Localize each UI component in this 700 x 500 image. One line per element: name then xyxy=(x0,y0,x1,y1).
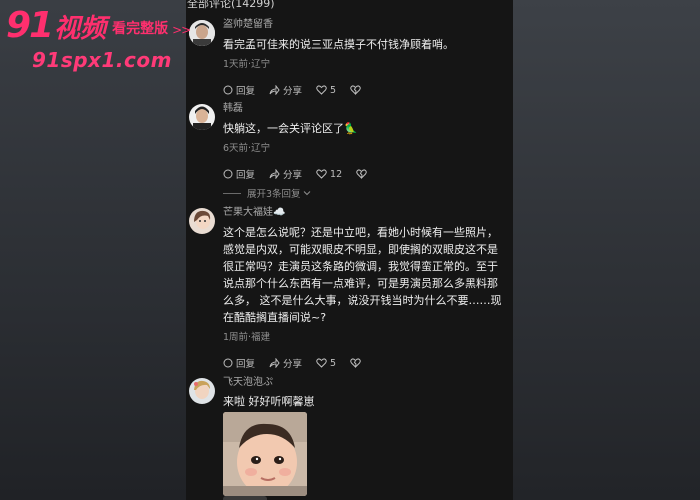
avatar[interactable] xyxy=(189,104,215,130)
reply-icon xyxy=(223,358,233,368)
reply-button[interactable]: 回复 xyxy=(223,83,255,97)
like-count: 5 xyxy=(330,84,337,96)
share-icon xyxy=(269,85,280,95)
comment-text: 看完孟可佳来的说三亚点摸子不付钱净顾着哨。 xyxy=(223,38,454,51)
comment-meta: 1周前·福建 xyxy=(223,332,271,343)
dislike-button[interactable] xyxy=(350,358,364,368)
left-backdrop xyxy=(0,0,186,500)
reply-label: 回复 xyxy=(236,359,256,370)
like-button[interactable]: 5 xyxy=(316,358,336,369)
share-button[interactable]: 分享 xyxy=(269,356,302,370)
comment-actions: 回复 分享 5 xyxy=(223,356,508,370)
comment-username[interactable]: 芒果大福娃☁️ xyxy=(223,206,508,220)
chevron-down-icon xyxy=(303,191,310,196)
broken-heart-icon xyxy=(350,358,361,368)
share-label: 分享 xyxy=(283,359,303,370)
avatar[interactable] xyxy=(189,208,215,234)
reply-image[interactable] xyxy=(223,412,307,496)
reply-button[interactable]: 回复 xyxy=(223,356,255,370)
share-label: 分享 xyxy=(283,86,303,97)
watermark-arrows: >> xyxy=(172,23,191,37)
like-count: 5 xyxy=(330,357,337,369)
reply-label: 回复 xyxy=(236,170,256,181)
broken-heart-icon xyxy=(356,169,367,179)
reply-icon xyxy=(223,169,233,179)
avatar[interactable] xyxy=(189,20,215,46)
heart-icon xyxy=(316,85,327,95)
share-button[interactable]: 分享 xyxy=(269,83,302,97)
like-button[interactable]: 5 xyxy=(316,85,336,96)
comment-text: 这个是怎么说呢？还是中立吧，看她小时候有一些照片，感觉是内双，可能双眼皮不明显，… xyxy=(223,226,502,324)
comment-text: 来啦 好好听啊馨崽 xyxy=(223,395,315,408)
broken-heart-icon xyxy=(350,85,361,95)
comment-actions: 回复 分享 12 xyxy=(223,167,508,181)
dislike-button[interactable] xyxy=(356,169,370,179)
share-button[interactable]: 分享 xyxy=(269,167,302,181)
comment-username[interactable]: 盗帅楚留香 xyxy=(223,18,508,32)
watermark-brand: 视频 xyxy=(54,14,107,44)
comment-username[interactable]: 飞天泡泡ぷ xyxy=(223,376,508,390)
divider xyxy=(223,192,241,194)
reply-label: 回复 xyxy=(236,86,256,97)
like-count: 12 xyxy=(330,168,343,180)
comment-meta: 1天前·辽宁 xyxy=(223,59,271,70)
watermark-tagline: 看完整版 xyxy=(112,21,169,37)
like-button[interactable]: 12 xyxy=(316,169,342,180)
comment-text: 快躺这，一会关评论区了🦜 xyxy=(223,122,358,135)
watermark-url: 91spx1.com xyxy=(32,48,172,72)
watermark-number: 91 xyxy=(6,5,54,46)
comment-actions: 回复 分享 5 xyxy=(223,83,508,97)
dislike-button[interactable] xyxy=(350,85,364,95)
right-backdrop xyxy=(513,0,700,500)
heart-icon xyxy=(316,169,327,179)
share-label: 分享 xyxy=(283,170,303,181)
reply-chip[interactable] xyxy=(223,496,267,500)
expand-replies-label: 展开3条回复 xyxy=(247,189,301,200)
comments-panel[interactable]: 全部评论(14299) 盗帅楚留香 看完孟可佳来的说三亚点摸子不付钱净顾着哨。 … xyxy=(186,0,513,500)
share-icon xyxy=(269,358,280,368)
comment-meta: 6天前·辽宁 xyxy=(223,143,271,154)
share-icon xyxy=(269,169,280,179)
comment-username[interactable]: 韩磊 xyxy=(223,102,508,116)
watermark-logo: 91 视频 看完整版 >> 91spx1.com xyxy=(6,5,191,73)
reply-icon xyxy=(223,85,233,95)
reply-button[interactable]: 回复 xyxy=(223,167,255,181)
expand-replies-button[interactable]: 展开3条回复 xyxy=(223,186,311,200)
heart-icon xyxy=(316,358,327,368)
avatar[interactable] xyxy=(189,378,215,404)
comment-count-header: 全部评论(14299) xyxy=(187,0,275,10)
